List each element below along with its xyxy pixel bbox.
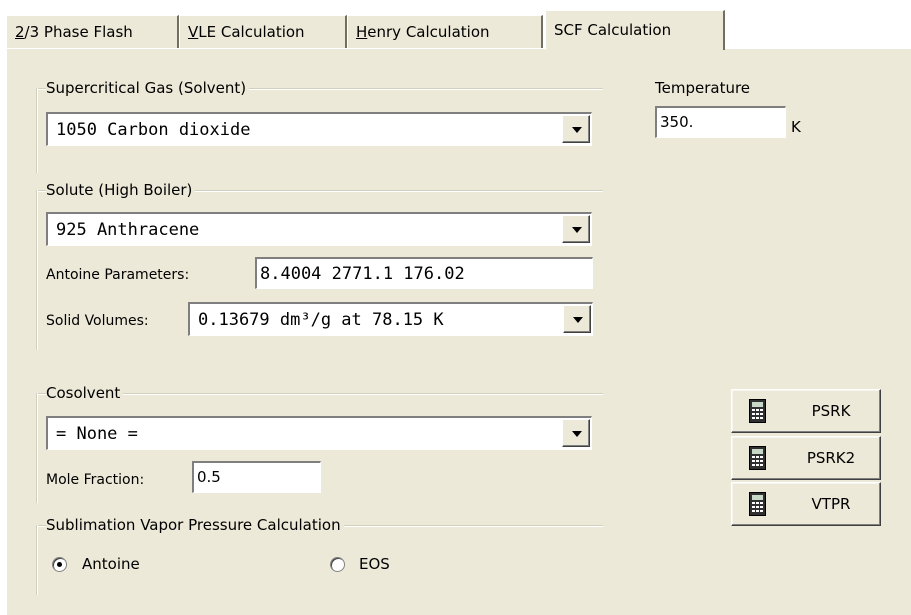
eos-radio[interactable] [330,557,345,572]
tab-label: SCF Calculation [554,21,672,39]
eos-radio-label[interactable]: EOS [359,555,390,573]
temperature-label: Temperature [655,79,751,97]
tab-label: enry Calculation [367,23,490,41]
psrk2-button-label: PSRK2 [806,449,856,467]
tab-accelerator: 2 [15,23,25,41]
solute-group-label: Solute (High Boiler) [46,181,196,199]
chevron-down-icon[interactable] [563,305,591,333]
group-divider [36,525,38,595]
antoine-parameters-label: Antoine Parameters: [46,267,190,283]
tab-henry-calculation[interactable]: Henry Calculation [347,15,543,49]
solute-combo[interactable]: 925 Anthracene [46,212,592,246]
psrk-button[interactable]: PSRK [731,389,881,433]
supercritical-gas-combo[interactable]: 1050 Carbon dioxide [46,112,592,146]
chevron-down-icon[interactable] [562,215,590,243]
cosolvent-value: = None = [56,424,138,444]
solid-volumes-label: Solid Volumes: [46,313,149,329]
mole-fraction-input[interactable]: 0.5 [192,461,321,493]
tab-phase-flash[interactable]: 2/3 Phase Flash [6,15,179,49]
supercritical-group-label: Supercritical Gas (Solvent) [46,79,250,97]
group-divider [36,88,38,173]
cosolvent-combo[interactable]: = None = [46,416,592,450]
solid-volumes-combo[interactable]: 0.13679 dm³/g at 78.15 K [188,302,593,336]
tab-vle-calculation[interactable]: VLE Calculation [179,15,347,49]
supercritical-gas-value: 1050 Carbon dioxide [56,120,251,140]
chevron-down-icon[interactable] [562,419,590,447]
vtpr-button[interactable]: VTPR [731,482,881,526]
antoine-parameters-input[interactable]: 8.4004 2771.1 176.02 [255,257,593,289]
psrk2-button[interactable]: PSRK2 [731,436,881,480]
mole-fraction-label: Mole Fraction: [46,472,145,488]
vtpr-button-label: VTPR [811,495,851,513]
antoine-radio[interactable] [52,557,67,572]
calculator-icon [749,446,766,470]
calculator-icon [749,492,766,516]
solid-volumes-value: 0.13679 dm³/g at 78.15 K [198,310,444,330]
temperature-unit: K [791,118,801,136]
group-divider [36,190,38,350]
chevron-down-icon[interactable] [562,115,590,143]
tab-accelerator: H [356,23,368,41]
group-divider [36,393,38,503]
solute-value: 925 Anthracene [56,220,200,240]
antoine-radio-label[interactable]: Antoine [82,555,140,573]
cosolvent-group-label: Cosolvent [46,384,124,402]
temperature-input[interactable]: 350. [655,106,786,138]
sublimation-group-label: Sublimation Vapor Pressure Calculation [46,516,344,534]
calculator-icon [749,399,766,423]
tab-strip: 2/3 Phase Flash VLE Calculation Henry Ca… [0,0,911,50]
tab-scf-calculation[interactable]: SCF Calculation [545,10,725,50]
tab-label: LE Calculation [198,23,305,41]
tab-label: /3 Phase Flash [24,23,133,41]
tab-accelerator: V [188,23,199,41]
psrk-button-label: PSRK [811,402,851,420]
